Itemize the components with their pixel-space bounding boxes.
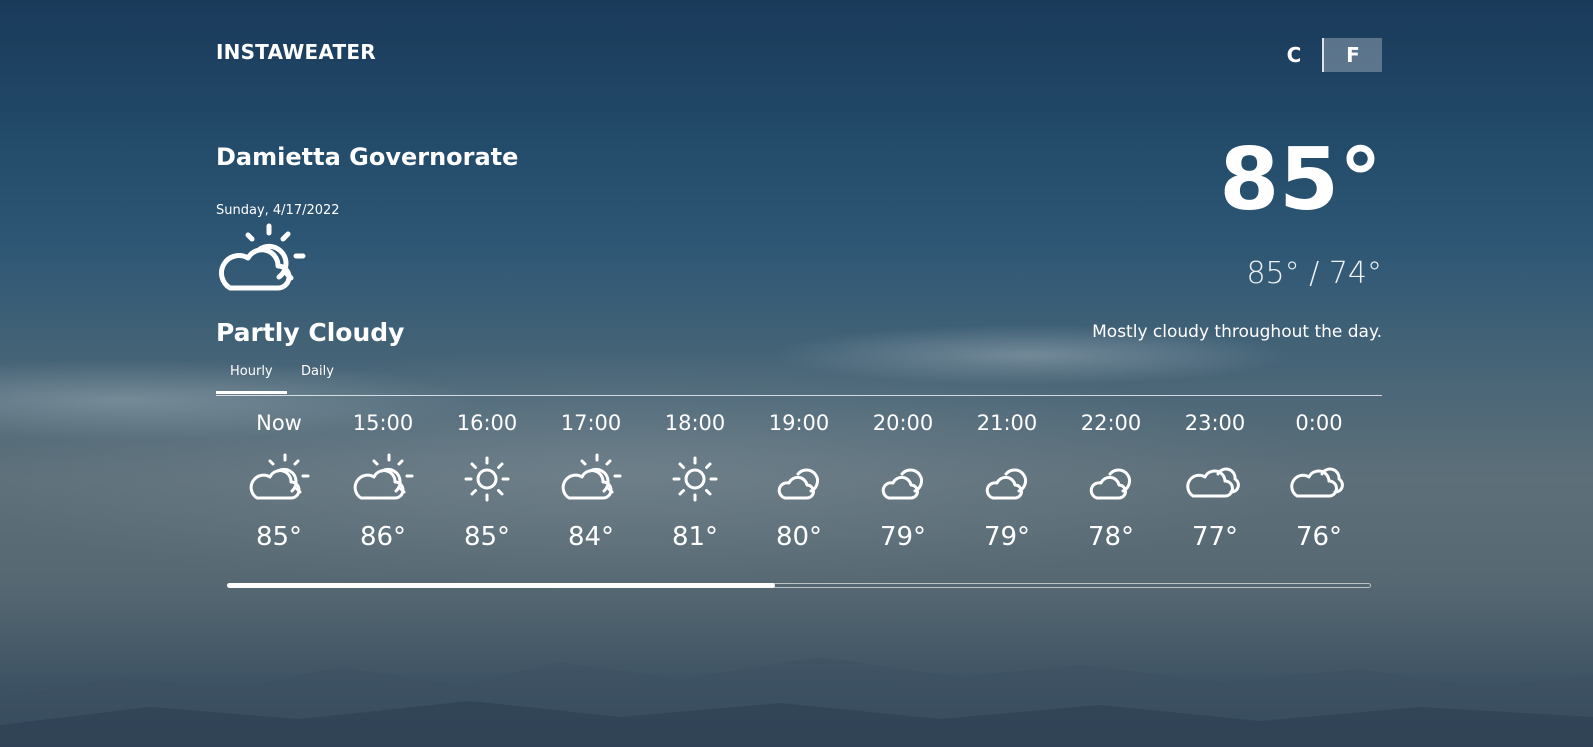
hour-temperature: 79°	[879, 522, 927, 552]
hour-time: 20:00	[872, 411, 934, 435]
hour-temperature: 85°	[463, 522, 511, 552]
partly-cloudy-day-icon	[248, 452, 310, 504]
hour-time: 19:00	[768, 411, 830, 435]
tab-hourly[interactable]: Hourly	[216, 362, 287, 394]
tab-daily[interactable]: Daily	[287, 362, 348, 394]
hourly-item: 0:00 76°	[1267, 410, 1371, 552]
hour-time: Now	[256, 411, 302, 435]
hourly-item: Now 85°	[227, 410, 331, 552]
partly-cloudy-night-icon	[976, 452, 1038, 504]
weather-app: INSTAWEATER C F Damietta Governorate Sun…	[216, 0, 1382, 747]
partly-cloudy-night-icon	[872, 452, 934, 504]
fahrenheit-button[interactable]: F	[1324, 38, 1382, 72]
hour-temperature: 77°	[1191, 522, 1239, 552]
hour-temperature: 76°	[1295, 522, 1343, 552]
hourly-item: 22:00 78°	[1059, 410, 1163, 552]
hour-temperature: 80°	[775, 522, 823, 552]
location-name: Damietta Governorate	[216, 143, 519, 171]
hour-time: 23:00	[1184, 411, 1246, 435]
partly-cloudy-night-icon	[1080, 452, 1142, 504]
scrollbar-thumb[interactable]	[227, 583, 775, 588]
hour-temperature: 78°	[1087, 522, 1135, 552]
hour-temperature: 85°	[255, 522, 303, 552]
hourly-scrollbar[interactable]	[227, 583, 1371, 588]
celsius-button[interactable]: C	[1266, 38, 1324, 72]
hourly-item: 23:00 77°	[1163, 410, 1267, 552]
hour-time: 22:00	[1080, 411, 1142, 435]
current-temperature: 85°	[1219, 130, 1382, 230]
hourly-forecast: Now 85° 15:00 86° 16:00 85° 17:00 84° 18…	[227, 410, 1371, 552]
partly-cloudy-day-icon	[219, 223, 306, 291]
hour-temperature: 81°	[671, 522, 719, 552]
condition-text: Partly Cloudy	[216, 318, 405, 347]
temperature-range: 85° / 74°	[1246, 256, 1382, 291]
hourly-item: 20:00 79°	[851, 410, 955, 552]
hourly-item: 18:00 81°	[643, 410, 747, 552]
cloudy-icon	[1288, 452, 1350, 504]
hour-time: 18:00	[664, 411, 726, 435]
partly-cloudy-day-icon	[352, 452, 414, 504]
hour-temperature: 86°	[359, 522, 407, 552]
clear-day-icon	[664, 452, 726, 504]
cloudy-icon	[1184, 452, 1246, 504]
hour-time: 16:00	[456, 411, 518, 435]
hour-time: 15:00	[352, 411, 414, 435]
partly-cloudy-day-icon	[560, 452, 622, 504]
current-date: Sunday, 4/17/2022	[216, 203, 340, 218]
hourly-item: 17:00 84°	[539, 410, 643, 552]
unit-toggle: C F	[1266, 38, 1382, 72]
hourly-item: 21:00 79°	[955, 410, 1059, 552]
daily-summary: Mostly cloudy throughout the day.	[1092, 322, 1382, 342]
app-brand[interactable]: INSTAWEATER	[216, 40, 376, 64]
forecast-tabs: Hourly Daily	[216, 358, 1382, 396]
hour-temperature: 79°	[983, 522, 1031, 552]
hourly-item: 15:00 86°	[331, 410, 435, 552]
hour-time: 21:00	[976, 411, 1038, 435]
clear-day-icon	[456, 452, 518, 504]
hourly-item: 16:00 85°	[435, 410, 539, 552]
hour-time: 17:00	[560, 411, 622, 435]
hour-time: 0:00	[1295, 411, 1343, 435]
partly-cloudy-night-icon	[768, 452, 830, 504]
hourly-item: 19:00 80°	[747, 410, 851, 552]
hour-temperature: 84°	[567, 522, 615, 552]
